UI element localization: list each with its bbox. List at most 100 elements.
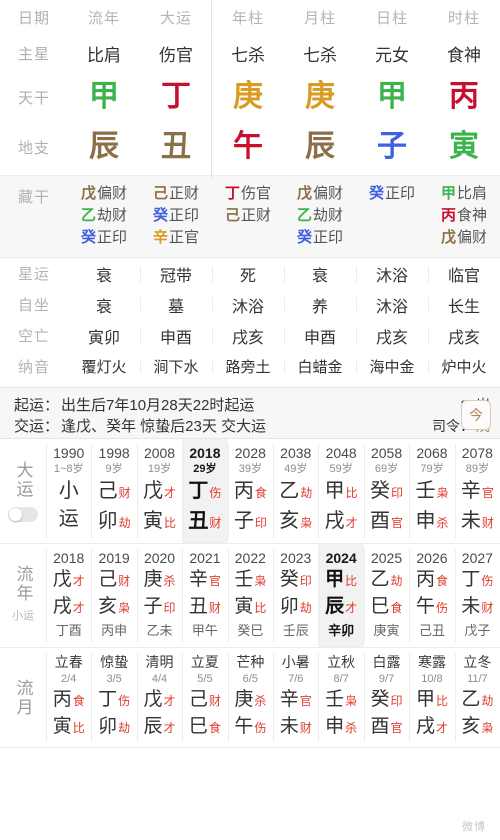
liuyue-term: 寒露	[417, 654, 446, 670]
liunian-column-2027[interactable]: 2027 丁伤 未财 戊子	[454, 544, 500, 647]
luck-start-label: 起运：	[14, 397, 60, 414]
pillar-stem-5: 丙	[449, 80, 479, 113]
liunian-stem: 癸印	[279, 569, 312, 590]
liunian-stem: 辛官	[188, 569, 221, 590]
liuyue-column-小暑[interactable]: 小暑 7/6 辛官 未财	[273, 648, 318, 747]
liunian-column-2025[interactable]: 2025 乙劫 巳食 庚寅	[363, 544, 409, 647]
liuyue-column-惊蛰[interactable]: 惊蛰 3/5 丁伤 卯劫	[91, 648, 136, 747]
liuyue-branch: 辰才	[143, 716, 176, 737]
pillar-header-4: 日柱	[375, 9, 408, 27]
liunian-branch: 辰才	[325, 596, 358, 617]
star-luck-1: 冠带	[140, 262, 212, 286]
liunian-year: 2018	[53, 550, 85, 566]
void-0: 寅卯	[87, 329, 120, 347]
liuyue-branch: 午伤	[234, 716, 267, 737]
liuyue-column-立夏[interactable]: 立夏 5/5 己财 巳食	[182, 648, 227, 747]
liuyue-column-立秋[interactable]: 立秋 8/7 壬枭 申杀	[318, 648, 363, 747]
hidden-stem-god: 正印	[97, 229, 128, 246]
dayun-column-2028[interactable]: 2028 39岁 丙食 子印	[227, 439, 273, 543]
liuyue-label-group: 流月	[0, 648, 46, 747]
today-calendar-icon[interactable]: 今	[461, 400, 491, 430]
row-label-main-star: 主星	[17, 45, 50, 63]
dayun-column-2008[interactable]: 2008 19岁 戊才 寅比	[136, 439, 182, 543]
dayun-column-2078[interactable]: 2078 89岁 辛官 未财	[454, 439, 500, 543]
dayun-column-1998[interactable]: 1998 9岁 己财 卯劫	[91, 439, 136, 543]
dayun-column-2068[interactable]: 2068 79岁 壬枭 申杀	[409, 439, 454, 543]
dayun-column-2018[interactable]: 2018 29岁 丁伤 丑财	[182, 439, 228, 543]
dayun-stem: 丙食	[233, 480, 267, 502]
hidden-stem-empty	[212, 227, 284, 249]
liuyue-branch: 酉官	[370, 716, 403, 737]
hidden-stem-char: 甲	[440, 185, 456, 202]
liuyue-column-寒露[interactable]: 寒露 10/8 甲比 戌才	[409, 648, 454, 747]
dayun-column-2038[interactable]: 2038 49岁 乙劫 亥枭	[273, 439, 318, 543]
liuyue-branch: 亥枭	[461, 716, 494, 737]
luck-start-bar: 起运： 出生后7年10月28天22时起运 35岁 交运： 逢戊、癸年 惊蛰后23…	[0, 387, 500, 439]
hidden-stem-line: 乙劫财	[68, 205, 140, 227]
liunian-stem: 乙劫	[370, 569, 403, 590]
liunian-stem: 丙食	[415, 569, 448, 590]
liuyue-date: 8/7	[333, 673, 349, 685]
dayun-column-1990[interactable]: 1990 1~8岁小运	[46, 439, 91, 543]
self-sit-3: 养	[284, 293, 356, 317]
liuyue-column-清明[interactable]: 清明 4/4 戊才 辰才	[136, 648, 182, 747]
liunian-branch: 巳食	[370, 596, 403, 617]
liunian-column-2019[interactable]: 2019 己财 亥枭 丙申	[91, 544, 136, 647]
dayun-branch: 戌才	[324, 510, 358, 532]
hidden-stem-god: 正印	[313, 229, 344, 246]
liuyue-date: 10/8	[421, 673, 443, 685]
liuyue-column-立冬[interactable]: 立冬 11/7 乙劫 亥枭	[454, 648, 500, 747]
row-label-star-luck: 星运	[17, 266, 50, 283]
liuyue-column-立春[interactable]: 立春 2/4 丙食 寅比	[46, 648, 91, 747]
void-2: 戌亥	[212, 324, 284, 348]
liuyue-column-白露[interactable]: 白露 9/7 癸印 酉官	[363, 648, 409, 747]
dayun-age: 59岁	[329, 463, 353, 475]
liunian-column-2021[interactable]: 2021 辛官 丑财 甲午	[182, 544, 227, 647]
dayun-toggle-switch[interactable]	[8, 506, 38, 522]
liunian-year: 2027	[461, 550, 493, 566]
luck-start-value: 出生后7年10月28天22时起运	[61, 397, 255, 414]
hidden-stem-col-0: 戊偏财 乙劫财 癸正印	[68, 183, 140, 249]
liunian-year: 2021	[189, 550, 221, 566]
dayun-age: 1~8岁	[53, 463, 84, 475]
hidden-stem-line: 己正财	[140, 183, 212, 205]
hidden-stem-line: 乙劫财	[284, 205, 356, 227]
liunian-column-2020[interactable]: 2020 庚杀 子印 乙未	[136, 544, 182, 647]
liunian-column-2023[interactable]: 2023 癸印 卯劫 壬辰	[273, 544, 318, 647]
dayun-age: 29岁	[193, 463, 217, 475]
hidden-stem-god: 伤官	[241, 185, 272, 202]
liuyue-stem: 己财	[188, 689, 221, 710]
four-pillars-table: 日期 流年 大运 年柱 月柱 日柱 时柱 主星 比肩 伤官 七杀 七杀 元女 食神 天干 甲丁庚庚甲…	[0, 0, 500, 178]
liuyue-term: 芒种	[236, 654, 265, 670]
row-label-heavenly-stem: 天干	[17, 89, 50, 107]
hidden-stem-char: 丙	[440, 207, 456, 224]
dayun-column-2058[interactable]: 2058 69岁 癸印 酉官	[363, 439, 409, 543]
liunian-xiaoyun: 甲午	[191, 623, 218, 638]
dayun-year: 1998	[98, 445, 130, 461]
dayun-year: 2018	[189, 445, 221, 461]
heavenly-stem-row: 天干 甲丁庚庚甲丙	[0, 66, 500, 128]
liunian-column-2026[interactable]: 2026 丙食 午伤 己丑	[409, 544, 454, 647]
hidden-stem-god: 劫财	[313, 207, 344, 224]
nayin-2: 路旁土	[212, 356, 284, 377]
liuyue-column-芒种[interactable]: 芒种 6/5 庚杀 午伤	[227, 648, 273, 747]
dayun-age: 79岁	[420, 463, 444, 475]
liuyue-term: 立冬	[463, 654, 492, 670]
hidden-stem-char: 己	[224, 207, 240, 224]
pillar-header-5: 时柱	[447, 9, 480, 27]
dayun-column-2048[interactable]: 2048 59岁 甲比 戌才	[318, 439, 363, 543]
dayun-stem: 乙劫	[279, 480, 313, 502]
liunian-column-2022[interactable]: 2022 壬枭 寅比 癸巳	[227, 544, 273, 647]
void-5: 戌亥	[428, 324, 500, 348]
hidden-stem-empty	[356, 205, 428, 227]
liunian-column-2024[interactable]: 2024 甲比 辰才 辛卯	[318, 544, 364, 647]
row-label-nayin: 纳音	[17, 359, 50, 376]
pillar-header-1: 大运	[159, 9, 192, 27]
liunian-xiaoyun: 己丑	[418, 623, 445, 638]
row-label-self-sit: 自坐	[17, 297, 50, 314]
liunian-stem: 戊才	[52, 569, 85, 590]
liuyue-branch: 戌才	[415, 716, 448, 737]
liunian-year: 2022	[234, 550, 266, 566]
liunian-xiaoyun: 乙未	[146, 623, 173, 638]
liunian-column-2018[interactable]: 2018 戊才 戌才 丁酉	[46, 544, 91, 647]
